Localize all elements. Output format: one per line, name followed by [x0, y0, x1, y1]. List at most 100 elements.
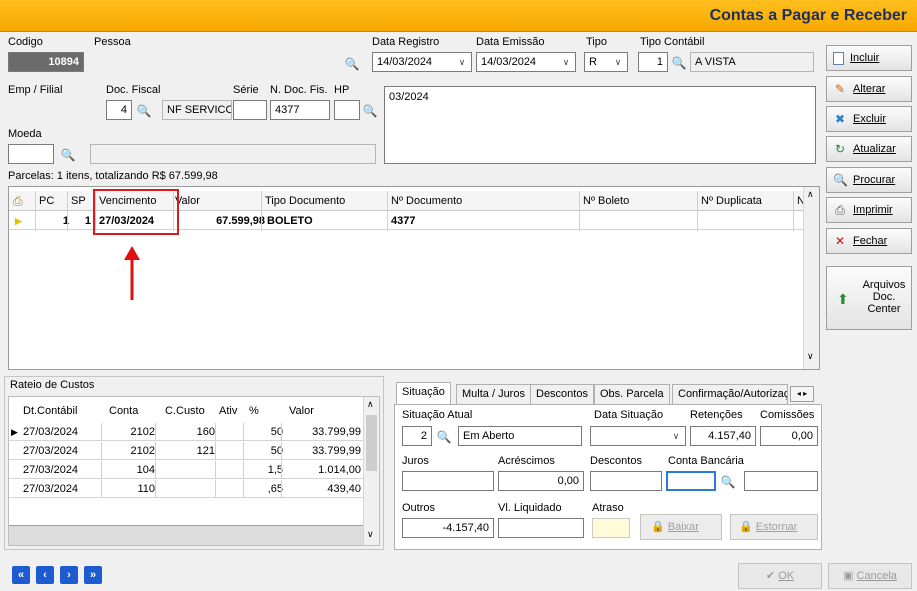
window-title: Contas a Pagar e Receber	[709, 7, 907, 24]
cell-dt-contabil: 27/03/2024	[23, 464, 79, 476]
double-chevron-left-icon: «	[17, 569, 25, 581]
tab-confirmacao[interactable]: Confirmação/Autorizaç	[672, 384, 788, 404]
chevron-down-icon[interactable]: ∨	[367, 529, 374, 540]
cancel-icon: ▣	[843, 570, 854, 582]
comissoes-label: Comissões	[760, 409, 815, 421]
ok-button[interactable]: ✔ OK	[738, 563, 822, 589]
col-sp: SP	[71, 195, 86, 207]
tab-situacao[interactable]: Situação	[396, 382, 451, 404]
chevron-left-icon: ‹	[43, 569, 47, 581]
chevron-down-icon[interactable]: ∨	[455, 55, 469, 69]
divider	[281, 461, 282, 479]
table-row[interactable]: 27/03/2024 104 1,5 1.014,00	[9, 461, 363, 479]
conta-bancaria-search-icon[interactable]: 🔍	[720, 474, 736, 490]
arquivos-label-3: Center	[867, 303, 901, 315]
descontos-label: Descontos	[590, 455, 642, 467]
doc-fiscal-label: Doc. Fiscal	[106, 84, 161, 96]
juros-field[interactable]	[402, 471, 494, 491]
rateio-grid[interactable]: Dt.Contábil Conta C.Custo Ativ % Valor ▶…	[8, 396, 380, 546]
divider	[215, 480, 216, 498]
conta-bancaria-field[interactable]	[666, 471, 716, 491]
retencoes-field[interactable]: 4.157,40	[690, 426, 756, 446]
moeda-search-icon[interactable]: 🔍	[60, 147, 76, 163]
procurar-button[interactable]: 🔍 Procurar	[826, 167, 912, 193]
pessoa-field[interactable]	[92, 52, 342, 72]
scrollbar-thumb[interactable]	[366, 415, 377, 471]
fechar-button[interactable]: ✕ Fechar	[826, 228, 912, 254]
tab-scroll-arrows[interactable]: ◂ ▸	[790, 386, 814, 402]
pessoa-search-icon[interactable]: 🔍	[344, 56, 360, 72]
parcelas-summary: Parcelas: 1 itens, totalizando R$ 67.599…	[8, 170, 218, 182]
table-row[interactable]: 27/03/2024 2102 121 50 33.799,99	[9, 442, 363, 460]
acrescimos-field[interactable]: 0,00	[498, 471, 584, 491]
excluir-button[interactable]: ✖ Excluir	[826, 106, 912, 132]
cell-conta: 104	[136, 464, 155, 476]
doc-fiscal-search-icon[interactable]: 🔍	[136, 103, 152, 119]
observacao-memo[interactable]: 03/2024	[384, 86, 816, 164]
hp-search-icon[interactable]: 🔍	[362, 103, 378, 119]
divider	[793, 191, 794, 231]
first-record-button[interactable]: «	[12, 566, 30, 584]
cell-tipo-documento: BOLETO	[267, 215, 313, 227]
codigo-field[interactable]: 10894	[8, 52, 84, 72]
outros-field[interactable]: -4.157,40	[402, 518, 494, 538]
cell-n-documento: 4377	[391, 215, 416, 227]
last-record-button[interactable]: »	[84, 566, 102, 584]
divider	[387, 191, 388, 231]
table-row[interactable]: ▶ 27/03/2024 2102 160 50 33.799,99	[9, 423, 363, 441]
hp-field[interactable]	[334, 100, 360, 120]
situacao-atual-label: Situação Atual	[402, 409, 473, 421]
descontos-field[interactable]	[590, 471, 662, 491]
divider	[281, 423, 282, 441]
chevron-down-icon[interactable]: ∨	[559, 55, 573, 69]
vl-liquidado-field[interactable]	[498, 518, 584, 538]
col-c-custo: C.Custo	[165, 405, 205, 417]
tab-multa-juros[interactable]: Multa / Juros	[456, 384, 531, 404]
tab-descontos[interactable]: Descontos	[530, 384, 594, 404]
situacao-code[interactable]: 2	[402, 426, 432, 446]
col-ativ: Ativ	[219, 405, 238, 417]
comissoes-field[interactable]: 0,00	[760, 426, 818, 446]
cell-c-custo: 160	[196, 426, 215, 438]
prev-record-button[interactable]: ‹	[36, 566, 54, 584]
next-record-button[interactable]: ›	[60, 566, 78, 584]
data-registro-field[interactable]: 14/03/2024 ∨	[372, 52, 472, 72]
baixar-button[interactable]: 🔒 Baixar	[640, 514, 722, 540]
col-pct: %	[249, 405, 259, 417]
divider	[243, 423, 244, 441]
tab-obs-parcela[interactable]: Obs. Parcela	[594, 384, 670, 404]
situacao-search-icon[interactable]: 🔍	[436, 429, 452, 445]
incluir-button[interactable]: Incluir	[826, 45, 912, 71]
atualizar-button[interactable]: ↻ Atualizar	[826, 136, 912, 162]
chevron-up-icon[interactable]: ∧	[807, 189, 814, 200]
cell-pct: 1,5	[267, 464, 283, 476]
divider	[155, 480, 156, 498]
data-registro-label: Data Registro	[372, 36, 440, 48]
imprimir-button[interactable]: ⎙ Imprimir	[826, 197, 912, 223]
doc-fiscal-code[interactable]: 4	[106, 100, 132, 120]
tipo-contabil-search-icon[interactable]: 🔍	[671, 55, 687, 71]
alterar-button[interactable]: ✎ Alterar	[826, 76, 912, 102]
divider	[215, 423, 216, 441]
chevron-up-icon[interactable]: ∧	[367, 399, 374, 410]
chevron-right-icon: ›	[67, 569, 71, 581]
moeda-field[interactable]	[8, 144, 54, 164]
data-emissao-field[interactable]: 14/03/2024 ∨	[476, 52, 576, 72]
chevron-down-icon[interactable]: ∨	[807, 351, 814, 362]
parcelas-scrollbar[interactable]: ∧ ∨	[803, 187, 819, 369]
chevron-down-icon[interactable]: ∨	[611, 55, 625, 69]
cancela-button[interactable]: ▣ Cancela	[828, 563, 912, 589]
chevron-down-icon[interactable]: ∨	[669, 429, 683, 443]
juros-label: Juros	[402, 455, 429, 467]
table-row[interactable]: 27/03/2024 110 ,65 439,40	[9, 480, 363, 498]
refresh-icon: ↻	[834, 142, 846, 156]
rateio-scrollbar[interactable]: ∧ ∨	[363, 397, 379, 545]
tipo-contabil-code[interactable]: 1	[638, 52, 668, 72]
estornar-button[interactable]: 🔒 Estornar	[730, 514, 818, 540]
check-icon: ✔	[765, 570, 776, 582]
arquivos-doc-center-button[interactable]: ⬆ Arquivos Doc. Center	[826, 266, 912, 330]
tipo-select[interactable]: R ∨	[584, 52, 628, 72]
n-doc-fis-field[interactable]: 4377	[270, 100, 330, 120]
data-situacao-field[interactable]: ∨	[590, 426, 686, 446]
serie-field[interactable]	[233, 100, 267, 120]
